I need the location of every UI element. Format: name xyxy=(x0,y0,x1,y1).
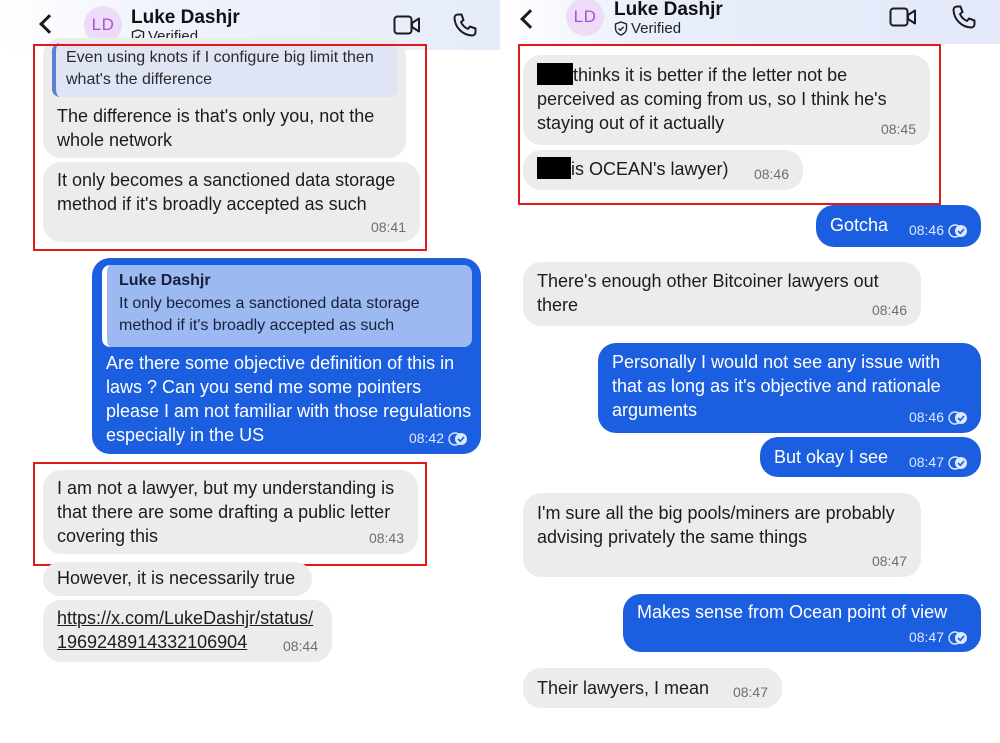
message-timestamp: 08:46 xyxy=(871,302,907,318)
read-receipt-icon xyxy=(948,224,967,238)
message-text: Makes sense from Ocean point of view xyxy=(637,602,948,622)
outgoing-message-bubble[interactable]: Personally I would not see any issue wit… xyxy=(598,343,981,433)
message-timestamp: 08:46 xyxy=(908,222,944,238)
outgoing-message-bubble[interactable]: Luke Dashjr It only becomes a sanctioned… xyxy=(92,258,481,454)
right-chat-screenshot: LD Luke Dashjr Verified thinks it is bet… xyxy=(503,0,1000,743)
phone-call-icon[interactable] xyxy=(452,12,478,38)
message-timestamp: 08:47 xyxy=(908,629,944,645)
message-timestamp: 08:44 xyxy=(282,638,318,654)
incoming-message-bubble[interactable]: However, it is necessarily true xyxy=(43,562,312,596)
incoming-message-bubble[interactable]: https://x.com/LukeDashjr/status/ 1969248… xyxy=(43,600,332,662)
message-text: I'm sure all the big pools/miners are pr… xyxy=(537,503,895,547)
message-timestamp: 08:47 xyxy=(732,684,768,700)
quoted-reply[interactable]: Luke Dashjr It only becomes a sanctioned… xyxy=(102,265,472,347)
contact-name[interactable]: Luke Dashjr xyxy=(614,0,723,21)
outgoing-message-bubble[interactable]: Gotcha 08:46 xyxy=(816,205,981,247)
incoming-message-bubble[interactable]: I'm sure all the big pools/miners are pr… xyxy=(523,493,921,577)
back-chevron-icon[interactable] xyxy=(39,14,59,34)
quoted-text: It only becomes a sanctioned data storag… xyxy=(119,295,420,334)
message-text: But okay I see xyxy=(774,447,889,467)
shield-check-icon xyxy=(614,21,628,36)
chat-header: LD Luke Dashjr Verified xyxy=(503,0,1000,44)
message-timestamp: 08:47 xyxy=(908,454,944,470)
status-link[interactable]: https://x.com/LukeDashjr/status/ xyxy=(57,606,313,630)
message-timestamp: 08:46 xyxy=(908,409,944,425)
highlight-box xyxy=(33,44,427,251)
message-timestamp: 08:47 xyxy=(871,553,907,569)
read-receipt-icon xyxy=(948,631,967,645)
highlight-box xyxy=(33,462,427,566)
status-link[interactable]: 1969248914332106904 xyxy=(57,630,247,654)
outgoing-message-bubble[interactable]: Makes sense from Ocean point of view 08:… xyxy=(623,594,981,652)
read-receipt-icon xyxy=(948,411,967,425)
video-call-icon[interactable] xyxy=(393,14,421,36)
quoted-author: Luke Dashjr xyxy=(119,272,211,289)
outgoing-message-bubble[interactable]: But okay I see 08:47 xyxy=(760,437,981,477)
read-receipt-icon xyxy=(448,432,467,446)
left-chat-screenshot: LD Luke Dashjr Verified Even using knots… xyxy=(0,0,500,743)
message-text: Gotcha xyxy=(830,215,889,235)
phone-call-icon[interactable] xyxy=(951,4,977,30)
highlight-box xyxy=(518,44,941,205)
contact-name[interactable]: Luke Dashjr xyxy=(131,7,240,29)
back-chevron-icon[interactable] xyxy=(520,9,540,29)
verified-label: Verified xyxy=(631,20,682,37)
incoming-message-bubble[interactable]: There's enough other Bitcoiner lawyers o… xyxy=(523,262,921,326)
message-text: However, it is necessarily true xyxy=(57,568,296,588)
message-text: There's enough other Bitcoiner lawyers o… xyxy=(537,271,879,315)
message-text: Their lawyers, I mean xyxy=(537,678,710,698)
message-timestamp: 08:42 xyxy=(408,430,444,446)
verified-badge: Verified xyxy=(614,20,681,37)
incoming-message-bubble[interactable]: Their lawyers, I mean 08:47 xyxy=(523,668,782,708)
read-receipt-icon xyxy=(948,456,967,470)
video-call-icon[interactable] xyxy=(889,6,917,28)
avatar[interactable]: LD xyxy=(566,0,604,36)
